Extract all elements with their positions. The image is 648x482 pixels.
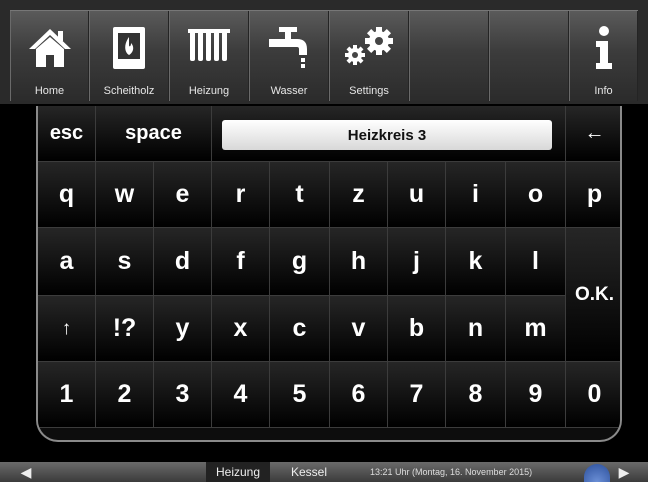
empty-nav-slot-2 bbox=[489, 11, 569, 101]
input-area: Heizkreis 3 bbox=[212, 106, 566, 162]
key-y[interactable]: y bbox=[154, 296, 212, 362]
wasser-button[interactable]: Wasser bbox=[249, 11, 329, 101]
backspace-key[interactable]: ← bbox=[566, 106, 620, 162]
key-i[interactable]: i bbox=[446, 162, 506, 228]
key-w[interactable]: w bbox=[96, 162, 154, 228]
key-6[interactable]: 6 bbox=[330, 362, 388, 428]
key-t[interactable]: t bbox=[270, 162, 330, 228]
next-page-button[interactable]: ▶ bbox=[612, 462, 636, 482]
globe-icon[interactable] bbox=[584, 464, 610, 482]
info-icon bbox=[595, 26, 612, 69]
shift-key[interactable]: ↑ bbox=[38, 296, 96, 362]
key-a[interactable]: a bbox=[38, 228, 96, 296]
key-2[interactable]: 2 bbox=[96, 362, 154, 428]
key-3[interactable]: 3 bbox=[154, 362, 212, 428]
key-g[interactable]: g bbox=[270, 228, 330, 296]
heizung-button[interactable]: Heizung bbox=[169, 11, 249, 101]
tab-kessel[interactable]: Kessel bbox=[276, 462, 342, 482]
key-r[interactable]: r bbox=[212, 162, 270, 228]
key-x[interactable]: x bbox=[212, 296, 270, 362]
key-b[interactable]: b bbox=[388, 296, 446, 362]
key-j[interactable]: j bbox=[388, 228, 446, 296]
top-navigation-bar: Home Scheitholz Heizung Wasser Settings … bbox=[0, 0, 648, 104]
key-n[interactable]: n bbox=[446, 296, 506, 362]
esc-key[interactable]: esc bbox=[38, 106, 96, 162]
boiler-icon bbox=[113, 27, 145, 69]
wasser-label: Wasser bbox=[270, 85, 308, 97]
key-d[interactable]: d bbox=[154, 228, 212, 296]
key-1[interactable]: 1 bbox=[38, 362, 96, 428]
key-h[interactable]: h bbox=[330, 228, 388, 296]
key-5[interactable]: 5 bbox=[270, 362, 330, 428]
settings-button[interactable]: Settings bbox=[329, 11, 409, 101]
key-f[interactable]: f bbox=[212, 228, 270, 296]
settings-label: Settings bbox=[349, 85, 389, 97]
radiator-icon bbox=[188, 29, 230, 61]
key-q[interactable]: q bbox=[38, 162, 96, 228]
tab-heizung[interactable]: Heizung bbox=[206, 462, 270, 482]
key-8[interactable]: 8 bbox=[446, 362, 506, 428]
key-u[interactable]: u bbox=[388, 162, 446, 228]
home-icon bbox=[28, 29, 71, 67]
key-7[interactable]: 7 bbox=[388, 362, 446, 428]
bottom-status-bar: ◀ Heizung Kessel 13:21 Uhr (Montag, 16. … bbox=[0, 462, 648, 482]
datetime-status: 13:21 Uhr (Montag, 16. November 2015) bbox=[370, 467, 533, 477]
key-z[interactable]: z bbox=[330, 162, 388, 228]
key-c[interactable]: c bbox=[270, 296, 330, 362]
empty-nav-slot-1 bbox=[409, 11, 489, 101]
space-key[interactable]: space bbox=[96, 106, 212, 162]
info-label: Info bbox=[594, 85, 613, 97]
key-9[interactable]: 9 bbox=[506, 362, 566, 428]
scheitholz-label: Scheitholz bbox=[103, 85, 155, 97]
key-v[interactable]: v bbox=[330, 296, 388, 362]
scheitholz-button[interactable]: Scheitholz bbox=[89, 11, 169, 101]
gears-icon bbox=[345, 27, 393, 65]
symbols-key[interactable]: !? bbox=[96, 296, 154, 362]
key-p[interactable]: p bbox=[566, 162, 620, 228]
info-button[interactable]: Info bbox=[569, 11, 638, 101]
key-4[interactable]: 4 bbox=[212, 362, 270, 428]
nav-frame: Home Scheitholz Heizung Wasser Settings … bbox=[10, 10, 638, 101]
on-screen-keyboard: esc space Heizkreis 3 ← q w e r t z u i … bbox=[36, 106, 622, 442]
home-label: Home bbox=[34, 85, 65, 97]
prev-page-button[interactable]: ◀ bbox=[14, 462, 38, 482]
key-o[interactable]: o bbox=[506, 162, 566, 228]
ok-key[interactable]: O.K. bbox=[566, 228, 620, 362]
key-m[interactable]: m bbox=[506, 296, 566, 362]
key-s[interactable]: s bbox=[96, 228, 154, 296]
text-input[interactable]: Heizkreis 3 bbox=[222, 120, 552, 150]
heizung-label: Heizung bbox=[188, 85, 230, 97]
home-button[interactable]: Home bbox=[10, 11, 89, 101]
key-e[interactable]: e bbox=[154, 162, 212, 228]
faucet-icon bbox=[269, 27, 307, 68]
key-0[interactable]: 0 bbox=[566, 362, 620, 428]
key-l[interactable]: l bbox=[506, 228, 566, 296]
key-k[interactable]: k bbox=[446, 228, 506, 296]
